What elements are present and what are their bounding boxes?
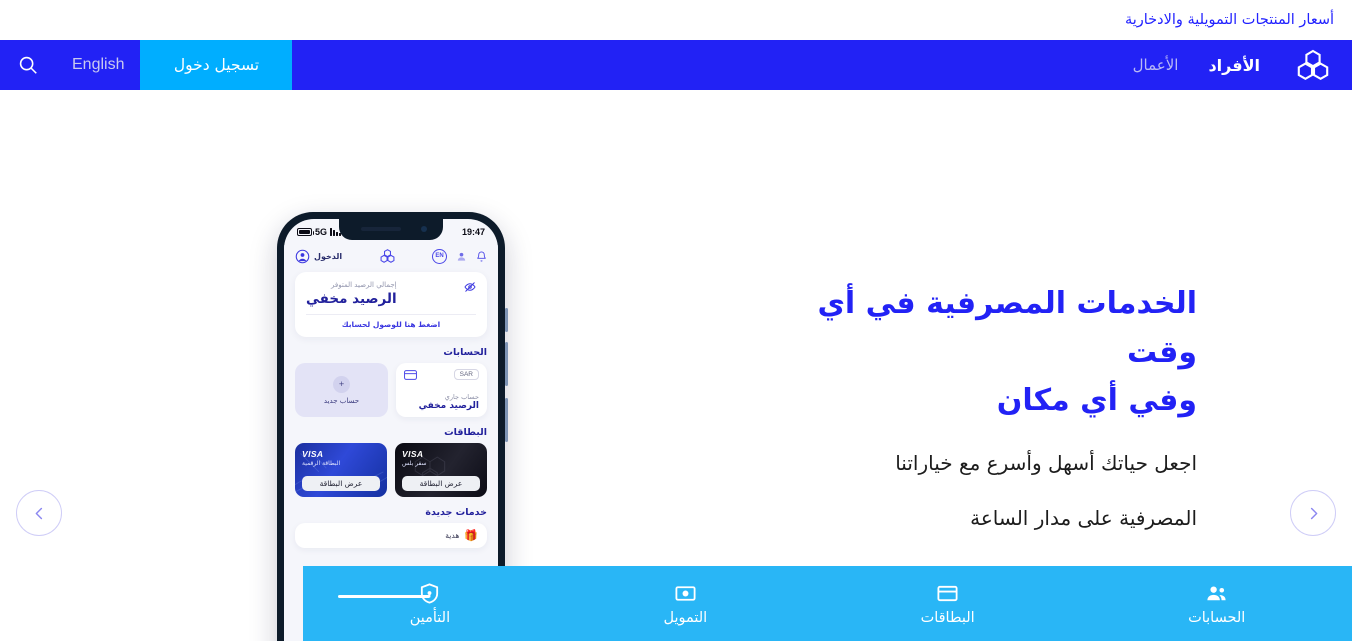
phone-side-button-volume-up (504, 342, 508, 386)
quicklink-label: البطاقات (920, 609, 975, 626)
alinma-trefoil-logo-icon[interactable] (1292, 48, 1334, 82)
hero-title-line-2: وفي أي مكان (996, 383, 1197, 419)
nav-item-individuals[interactable]: الأفراد (1206, 56, 1262, 75)
carousel-next-button[interactable] (1290, 490, 1336, 536)
status-indicators: 5G (297, 227, 342, 237)
visa-logo: VISA (302, 449, 324, 459)
phone-speaker (361, 227, 401, 231)
balance-divider (306, 314, 476, 315)
credit-card-icon (404, 369, 417, 380)
payment-card-digital[interactable]: VISA البطاقة الرقمية عرض البطاقة (295, 443, 387, 497)
app-login-label: الدخول (314, 251, 343, 261)
status-time: 19:47 (461, 227, 485, 237)
currency-chip: SAR (453, 369, 479, 380)
balance-top-row: إجمالي الرصيد المتوفر الرصيد مخفي (306, 281, 476, 307)
visa-logo: VISA (402, 449, 424, 459)
eye-off-icon[interactable] (464, 281, 476, 293)
quicklink-cards[interactable]: البطاقات (921, 582, 975, 626)
new-services-section: خدمات جديدة 🎁 هدية (284, 507, 498, 548)
page-root: أسعار المنتجات التمويلية والادخارية الأف… (0, 0, 1352, 641)
shield-icon (418, 582, 441, 605)
view-card-button[interactable]: عرض البطاقة (302, 476, 380, 491)
phone-front-camera (421, 226, 427, 232)
account-card[interactable]: SAR حساب جاري الرصيد مخفي (396, 363, 487, 417)
chevron-right-icon (1306, 506, 1321, 521)
balance-cta-link[interactable]: اضغط هنا للوصول لحسابك (306, 320, 476, 329)
nav-item-business[interactable]: الأعمال (1131, 56, 1181, 74)
phone-notch (339, 219, 443, 240)
card-brand-block: VISA سفر بلس (402, 449, 480, 467)
card-icon (936, 582, 959, 605)
search-icon[interactable] (0, 40, 56, 90)
language-switch-button[interactable]: English (56, 40, 140, 90)
cards-row: VISA سفر بلس عرض البطاقة VISA البطاقة ال… (284, 443, 498, 497)
account-type: حساب جاري (444, 393, 479, 401)
plus-icon: + (333, 375, 350, 393)
balance-label: إجمالي الرصيد المتوفر (331, 281, 397, 289)
app-login-button[interactable]: الدخول (295, 249, 342, 264)
account-card-info: حساب جاري الرصيد مخفي (404, 393, 479, 411)
product-rates-link[interactable]: أسعار المنتجات التمويلية والادخارية (1125, 12, 1334, 28)
app-language-badge[interactable]: EN (432, 248, 447, 264)
view-card-button[interactable]: عرض البطاقة (402, 476, 480, 491)
new-service-item[interactable]: 🎁 هدية (295, 523, 487, 548)
bottom-bar-active-indicator (338, 595, 430, 598)
balance-card[interactable]: إجمالي الرصيد المتوفر الرصيد مخفي اضغط ه… (295, 272, 487, 337)
quicklink-financing[interactable]: التمويل (663, 582, 707, 626)
cards-section-title: البطاقات (444, 427, 487, 438)
card-name: سفر بلس (402, 460, 427, 467)
gift-icon: 🎁 (464, 529, 478, 542)
user-filled-icon[interactable] (456, 251, 467, 262)
account-balance: الرصيد مخفي (418, 401, 479, 411)
phone-side-button-volume-down (504, 398, 508, 442)
login-button[interactable]: تسجيل دخول (140, 40, 293, 90)
quicklink-accounts[interactable]: الحسابات (1188, 582, 1245, 626)
new-services-title: خدمات جديدة (425, 507, 487, 518)
quicklink-insurance[interactable]: التأمين (410, 582, 450, 626)
phone-side-button-mute (504, 308, 508, 332)
payment-card-travel[interactable]: VISA سفر بلس عرض البطاقة (395, 443, 487, 497)
hero-text-block: الخدمات المصرفية في أي وقت وفي أي مكان ا… (777, 280, 1197, 536)
main-navbar: الأفراد الأعمال تسجيل دخول English (0, 40, 1352, 90)
carousel-prev-button[interactable] (16, 490, 62, 536)
battery-icon (297, 228, 314, 236)
app-header-left-group: EN (432, 248, 487, 264)
top-utility-bar: أسعار المنتجات التمويلية والادخارية (0, 0, 1352, 40)
quicklink-label: الحسابات (1188, 609, 1246, 626)
nav-right-group: الأفراد الأعمال (1131, 40, 1352, 90)
accounts-row: SAR حساب جاري الرصيد مخفي + حساب جديد (284, 363, 498, 417)
quicklink-label: التمويل (663, 609, 708, 626)
accounts-section-title: الحسابات (443, 347, 487, 358)
avatar-icon (295, 249, 310, 264)
new-service-label: هدية (445, 531, 460, 540)
people-icon (1205, 582, 1228, 605)
hero-subtitle-line-2: المصرفية على مدار الساعة (970, 505, 1197, 530)
card-brand-block: VISA البطاقة الرقمية (302, 449, 380, 467)
hero-section: الخدمات المصرفية في أي وقت وفي أي مكان ا… (0, 90, 1352, 641)
app-header: EN الدخول (284, 245, 498, 272)
quicklink-label: التأمين (409, 609, 451, 626)
app-logo-icon (378, 248, 397, 264)
nav-left-group: تسجيل دخول English (0, 40, 293, 90)
hero-subtitle-line-1: اجعل حياتك أسهل وأسرع مع خياراتنا (895, 450, 1197, 475)
new-account-label: حساب جديد (323, 396, 360, 405)
new-account-button[interactable]: + حساب جديد (295, 363, 388, 417)
balance-amount: الرصيد مخفي (306, 291, 397, 307)
bell-icon[interactable] (476, 251, 487, 262)
network-label: 5G (315, 227, 328, 237)
chevron-left-icon (32, 506, 47, 521)
card-name: البطاقة الرقمية (302, 460, 341, 467)
account-card-top: SAR (404, 369, 479, 380)
money-icon (674, 582, 697, 605)
bottom-quicklinks-bar: الحسابات البطاقات التمويل التأمين (303, 566, 1352, 641)
hero-title-line-1: الخدمات المصرفية في أي وقت (817, 286, 1197, 370)
